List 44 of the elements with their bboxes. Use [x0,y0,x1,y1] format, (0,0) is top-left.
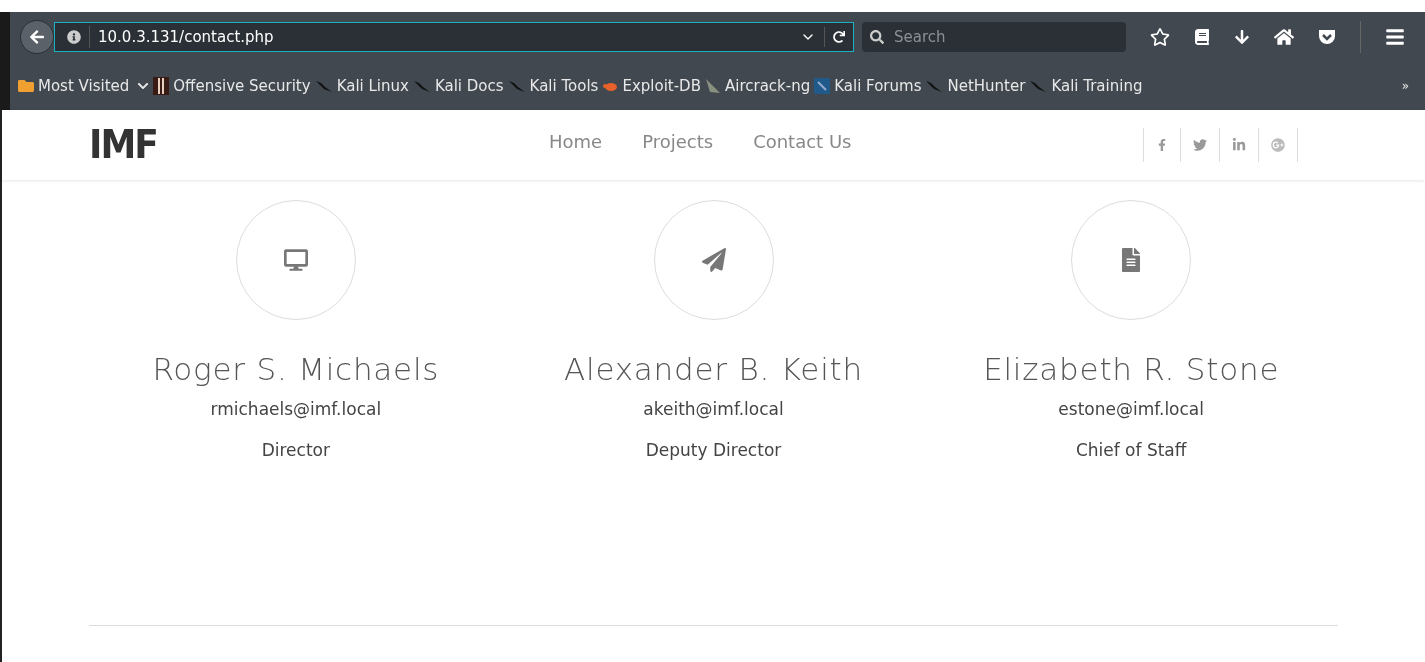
nav-link[interactable]: Home [549,127,603,155]
person-name: Alexander B. Keith [564,350,863,389]
back-arrow-icon [29,29,45,45]
person-role: Chief of Staff [1075,439,1187,462]
forum-icon [814,78,831,94]
download-icon[interactable] [1234,29,1250,45]
reload-icon [833,31,845,43]
reading-list-icon[interactable] [1194,29,1210,45]
bookmark-item[interactable]: Kali Docs [412,74,504,98]
star-icon[interactable] [1150,27,1170,47]
logo-icon [153,77,170,95]
address-bar[interactable]: 10.0.3.131/contact.php [54,22,854,52]
paper-plane-icon [701,248,726,272]
bookmark-item[interactable]: Exploit-DB [602,74,701,98]
person-role: Deputy Director [645,439,782,462]
person-email: akeith@imf.local [643,397,784,421]
search-field[interactable]: Search [862,22,1126,52]
back-button[interactable] [20,20,54,54]
monitor-icon [283,248,308,272]
menu-icon[interactable] [1385,27,1405,47]
home-icon[interactable] [1274,27,1294,47]
bookmark-item[interactable]: Most Visited [18,74,150,98]
chevron-down-icon [137,80,150,92]
site-logo: IMF [89,120,158,169]
person-name: Elizabeth R. Stone [983,350,1280,389]
person-email: rmichaels@imf.local [210,397,382,421]
bookmark-item[interactable]: Kali Training [1029,74,1143,98]
info-icon [67,30,81,44]
bookmark-item[interactable]: Aircrack-ng [704,74,811,98]
nav-link[interactable]: Projects [642,127,714,155]
bookmark-item[interactable]: Offensive Security [153,74,311,98]
bookmark-item[interactable]: Kali Linux [314,74,409,98]
person-role: Director [261,439,330,462]
search-icon [870,30,884,44]
bookmark-item[interactable]: Kali Tools [507,74,599,98]
bookmark-item[interactable]: Kali Forums [814,74,922,98]
pocket-icon[interactable] [1318,29,1336,45]
url-text: 10.0.3.131/contact.php [89,25,792,49]
nav-link[interactable]: Contact Us [753,127,852,155]
person-email: estone@imf.local [1058,397,1204,421]
person-name: Roger S. Michaels [152,350,440,389]
bookmark-item[interactable]: NetHunter [925,74,1026,98]
overflow-button[interactable]: » [1401,78,1417,94]
folder-icon [18,78,34,94]
